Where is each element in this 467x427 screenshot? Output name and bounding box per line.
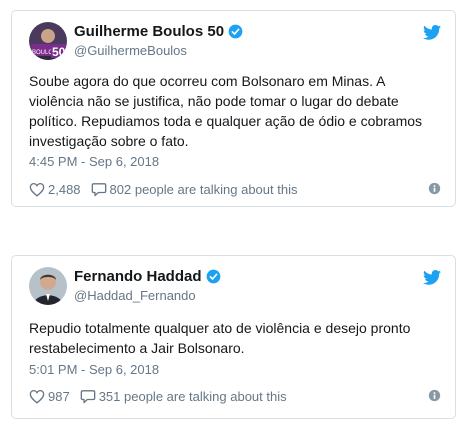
- speech-bubble-icon: [91, 182, 106, 196]
- twitter-bird-icon[interactable]: [423, 270, 441, 285]
- talking-count: 351 people are talking about this: [98, 388, 287, 404]
- author-name[interactable]: Guilherme Boulos 50: [74, 23, 243, 40]
- speech-bubble-icon: [80, 389, 96, 403]
- author-handle[interactable]: @Haddad_Fernando: [74, 288, 196, 303]
- talking-count: 802 people are talking about this: [109, 181, 298, 197]
- tweet-text: Repudio totalmente qualquer ato de violê…: [29, 320, 411, 356]
- heart-icon: [29, 182, 45, 197]
- twitter-bird-icon[interactable]: [423, 25, 441, 40]
- like-button[interactable]: 2,488: [29, 182, 81, 197]
- author-handle[interactable]: @GuilhermeBoulos: [74, 43, 187, 58]
- author-name-text[interactable]: Fernando Haddad: [74, 268, 202, 285]
- verified-badge-icon: [228, 24, 243, 39]
- info-icon[interactable]: [428, 182, 441, 195]
- verified-badge-icon: [206, 269, 220, 284]
- conversation-link[interactable]: 351 people are talking about this: [80, 389, 287, 404]
- tweet-actions: 987 351 people are talking about this: [29, 387, 441, 405]
- like-count: 2,488: [48, 181, 81, 197]
- like-count: 987: [48, 388, 70, 404]
- heart-icon: [29, 389, 45, 404]
- avatar[interactable]: [29, 267, 67, 305]
- author-name[interactable]: Fernando Haddad: [74, 268, 221, 285]
- tweet-card[interactable]: Fernando Haddad @Haddad_Fernando Repudio…: [11, 255, 456, 419]
- svg-text:50: 50: [52, 45, 66, 59]
- avatar[interactable]: BOULOS 50: [29, 22, 67, 60]
- tweet-text: Soube agora do que ocorreu com Bolsonaro…: [29, 73, 423, 149]
- tweet-timestamp[interactable]: 5:01 PM - Sep 6, 2018: [29, 362, 159, 377]
- author-name-text[interactable]: Guilherme Boulos 50: [74, 23, 224, 40]
- like-button[interactable]: 987: [29, 389, 70, 404]
- tweet-actions: 2,488 802 people are talking about this: [29, 180, 441, 198]
- tweet-timestamp[interactable]: 4:45 PM - Sep 6, 2018: [29, 154, 159, 169]
- info-icon[interactable]: [428, 389, 441, 402]
- conversation-link[interactable]: 802 people are talking about this: [91, 181, 298, 197]
- tweet-card[interactable]: BOULOS 50 Guilherme Boulos 50 @Guilherme…: [11, 10, 456, 207]
